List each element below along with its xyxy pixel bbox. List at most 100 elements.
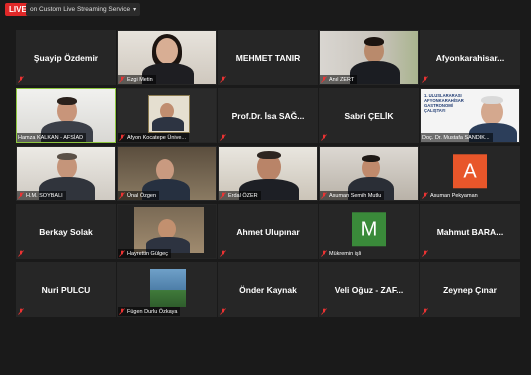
participant-tile[interactable]: Fügen Durlu Özkaya xyxy=(117,262,217,317)
participant-name: Mükremin işli xyxy=(329,250,362,257)
mic-muted-icon xyxy=(220,192,226,199)
participant-tile[interactable]: Anıl ZERT xyxy=(319,30,419,85)
participant-tile[interactable]: 1. ULUSLARARASI AFYONKARAHİSAR GASTRONOM… xyxy=(420,88,520,143)
mic-muted-icon xyxy=(220,76,226,83)
participant-name: Şuayip Özdemir xyxy=(33,52,99,63)
mic-muted-icon xyxy=(119,308,125,315)
mic-muted-icon xyxy=(220,250,226,257)
mic-muted-icon xyxy=(119,76,125,83)
participant-name: Sabri ÇELİK xyxy=(344,110,394,121)
participant-tile[interactable]: A Asuman Pekyaman xyxy=(420,146,520,201)
participant-tile[interactable]: Sabri ÇELİK xyxy=(319,88,419,143)
mic-muted-icon xyxy=(119,192,125,199)
participant-tile[interactable]: Afyonkarahisar... xyxy=(420,30,520,85)
stream-service-dropdown[interactable]: on Custom Live Streaming Service ▾ xyxy=(26,3,141,16)
gallery-grid: Şuayip Özdemir Ezgi Metin MEHMET TANIR A… xyxy=(16,30,520,375)
participant-tile[interactable]: Ahmet Ulupınar xyxy=(218,204,318,259)
participant-name: MEHMET TANIR xyxy=(235,52,301,63)
mic-muted-icon xyxy=(220,134,226,141)
participant-tile[interactable]: Asuman Semih Mutlu xyxy=(319,146,419,201)
mic-muted-icon xyxy=(119,134,125,141)
nameplate xyxy=(219,249,229,258)
participant-tile[interactable]: Önder Kaynak xyxy=(218,262,318,317)
nameplate xyxy=(421,249,431,258)
participant-tile[interactable]: Zeynep Çınar xyxy=(420,262,520,317)
mic-muted-icon xyxy=(422,308,428,315)
mic-muted-icon xyxy=(422,250,428,257)
participant-tile[interactable]: Berkay Solak xyxy=(16,204,116,259)
participant-tile[interactable]: Hayrettin Gülgeç xyxy=(117,204,217,259)
nameplate xyxy=(17,307,27,316)
mic-muted-icon xyxy=(422,192,428,199)
mic-muted-icon xyxy=(18,192,24,199)
mic-muted-icon xyxy=(321,192,327,199)
participant-tile[interactable]: M Mükremin işli xyxy=(319,204,419,259)
participant-name: Erdal ÖZER xyxy=(228,192,258,199)
participant-name: Hayrettin Gülgeç xyxy=(127,250,168,257)
participant-name: Anıl ZERT xyxy=(329,76,355,83)
participant-tile[interactable]: Veli Oğuz - ZAF... xyxy=(319,262,419,317)
nameplate xyxy=(421,307,431,316)
nameplate xyxy=(421,75,431,84)
participant-name: Berkay Solak xyxy=(39,226,93,237)
participant-name: Hamza KALKAN - AFSİAD xyxy=(18,134,84,141)
nameplate: Asuman Pekyaman xyxy=(421,191,481,200)
nameplate: H.M. SOYBALI xyxy=(17,191,66,200)
participant-tile[interactable]: Erdal ÖZER xyxy=(218,146,318,201)
nameplate: Doç. Dr. Mustafa SANDIK... xyxy=(421,133,493,142)
nameplate xyxy=(17,75,27,84)
nameplate: Anıl ZERT xyxy=(320,75,358,84)
participant-name: Asuman Semih Mutlu xyxy=(329,192,382,199)
participant-tile[interactable]: Mahmut BARA... xyxy=(420,204,520,259)
nameplate: Mükremin işli xyxy=(320,249,364,258)
nameplate: Erdal ÖZER xyxy=(219,191,261,200)
mic-muted-icon xyxy=(119,250,125,257)
participant-name: Afyon Kocatepe Ünive... xyxy=(127,134,187,141)
participant-name: Ahmet Ulupınar xyxy=(236,226,300,237)
participant-name: H.M. SOYBALI xyxy=(26,192,63,199)
mic-muted-icon xyxy=(18,308,24,315)
nameplate xyxy=(219,75,229,84)
nameplate xyxy=(17,249,27,258)
participant-tile[interactable]: MEHMET TANIR xyxy=(218,30,318,85)
participant-tile[interactable]: Ünal Özgen xyxy=(117,146,217,201)
participant-name: Veli Oğuz - ZAF... xyxy=(334,284,404,295)
mic-muted-icon xyxy=(321,308,327,315)
participant-name: Mahmut BARA... xyxy=(436,226,504,237)
participant-name: Ezgi Metin xyxy=(127,76,153,83)
participant-name: Fügen Durlu Özkaya xyxy=(127,308,178,315)
mic-muted-icon xyxy=(220,308,226,315)
mic-muted-icon xyxy=(321,76,327,83)
nameplate: Ezgi Metin xyxy=(118,75,156,84)
participant-tile[interactable]: Ezgi Metin xyxy=(117,30,217,85)
mic-muted-icon xyxy=(422,76,428,83)
participant-tile[interactable]: Nuri PULCU xyxy=(16,262,116,317)
mic-muted-icon xyxy=(18,250,24,257)
participant-name: Ünal Özgen xyxy=(127,192,157,199)
participant-name: Asuman Pekyaman xyxy=(430,192,478,199)
participant-tile[interactable]: H.M. SOYBALI xyxy=(16,146,116,201)
nameplate: Afyon Kocatepe Ünive... xyxy=(118,133,190,142)
nameplate: Hayrettin Gülgeç xyxy=(118,249,171,258)
participant-tile[interactable]: Afyon Kocatepe Ünive... xyxy=(117,88,217,143)
participant-avatar: M xyxy=(352,211,386,246)
nameplate: Fügen Durlu Özkaya xyxy=(118,307,181,316)
participant-avatar: A xyxy=(453,153,487,188)
participant-name: Nuri PULCU xyxy=(41,284,91,295)
mic-muted-icon xyxy=(321,134,327,141)
nameplate xyxy=(219,133,229,142)
participant-tile[interactable]: Prof.Dr. İsa SAĞ... xyxy=(218,88,318,143)
participant-tile-active-speaker[interactable]: Hamza KALKAN - AFSİAD xyxy=(16,88,116,143)
chevron-down-icon: ▾ xyxy=(133,7,137,13)
nameplate xyxy=(320,133,330,142)
slide-text: 1. ULUSLARARASI AFYONKARAHİSAR GASTRONOM… xyxy=(424,93,464,113)
participant-tile[interactable]: Şuayip Özdemir xyxy=(16,30,116,85)
top-bar: LIVE on Custom Live Streaming Service ▾ xyxy=(0,0,531,20)
stream-service-label: on Custom Live Streaming Service xyxy=(30,6,131,13)
nameplate: Hamza KALKAN - AFSİAD xyxy=(17,133,87,142)
participant-name: Doç. Dr. Mustafa SANDIK... xyxy=(422,134,490,141)
participant-name: Zeynep Çınar xyxy=(443,284,497,295)
nameplate: Ünal Özgen xyxy=(118,191,160,200)
nameplate: Asuman Semih Mutlu xyxy=(320,191,385,200)
mic-muted-icon xyxy=(18,76,24,83)
